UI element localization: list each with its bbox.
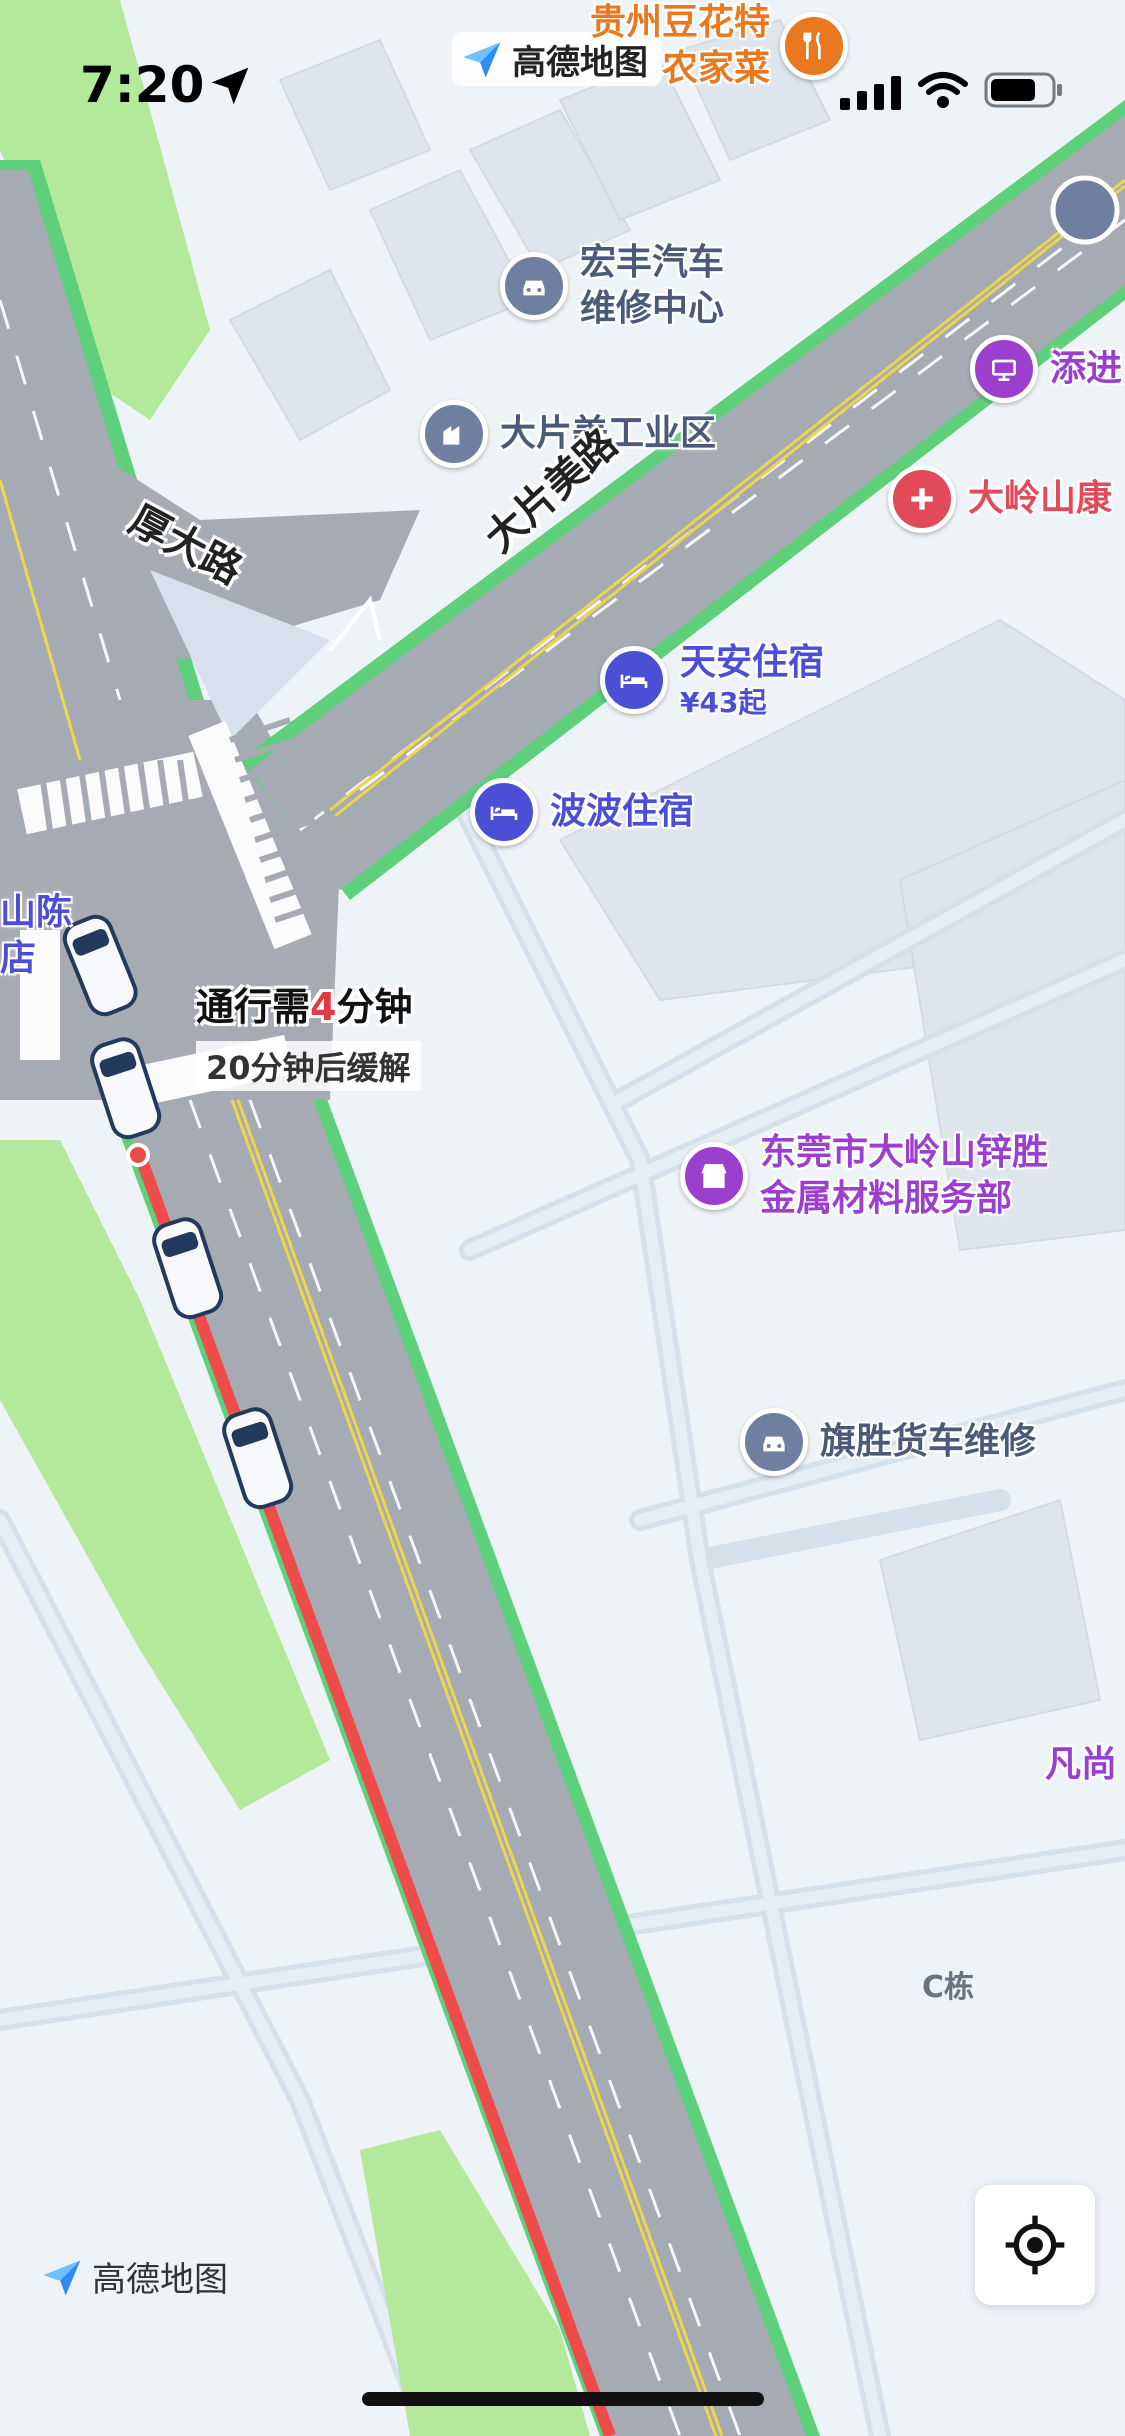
poi-fanshang[interactable]: 凡尚 bbox=[1045, 1742, 1117, 1788]
poi-daling-health[interactable]: 大岭山康 bbox=[888, 465, 1112, 533]
traffic-minutes: 4 bbox=[310, 985, 337, 1029]
locate-button[interactable] bbox=[975, 2185, 1095, 2305]
traffic-eta: 通行需4分钟 bbox=[196, 976, 421, 1031]
amap-logo-icon bbox=[463, 42, 501, 78]
map-screen[interactable]: 7:20 高德地图 贵州豆花特 农家菜 宏丰汽车 维修中心 大片美工业区 添进 … bbox=[0, 0, 1125, 2436]
traffic-relief: 20分钟后缓解 bbox=[196, 1041, 421, 1091]
poi-label: 贵州豆花特 bbox=[590, 2, 771, 43]
poi-label: 添进 bbox=[1050, 348, 1123, 389]
poi-label: 大岭山康 bbox=[968, 478, 1113, 519]
amap-logo-icon bbox=[43, 2260, 81, 2295]
medical-cross-icon bbox=[888, 465, 956, 533]
brand-name: 高德地图 bbox=[92, 2260, 228, 2300]
poi-label: 东莞市大岭山锌胜 bbox=[760, 1132, 1049, 1173]
poi-label: 维修中心 bbox=[580, 288, 725, 329]
bed-icon bbox=[600, 646, 668, 714]
poi-shan-chen[interactable]: 山陈 店 bbox=[0, 890, 72, 982]
poi-tianan-lodging[interactable]: 天安住宿 ¥43起 bbox=[600, 640, 824, 720]
relief-text: 分钟后缓解 bbox=[250, 1049, 411, 1087]
poi-label: 凡尚 bbox=[1045, 1744, 1118, 1785]
poi-price: ¥43起 bbox=[680, 686, 767, 719]
home-indicator[interactable] bbox=[362, 2392, 764, 2406]
relief-minutes: 20 bbox=[206, 1049, 251, 1087]
traffic-info: 通行需4分钟 20分钟后缓解 bbox=[196, 976, 421, 1091]
poi-label: 店 bbox=[0, 938, 37, 979]
building-label-c: C栋 bbox=[922, 1970, 975, 2005]
bed-icon bbox=[470, 778, 538, 846]
poi-qisheng-truck-repair[interactable]: 旗胜货车维修 bbox=[740, 1408, 1036, 1476]
shop-icon bbox=[970, 335, 1038, 403]
poi-guizhou-restaurant[interactable]: 贵州豆花特 农家菜 bbox=[590, 0, 849, 92]
poi-label: 金属材料服务部 bbox=[760, 1178, 1013, 1219]
poi-label: 农家菜 bbox=[662, 48, 771, 89]
location-arrow-icon bbox=[211, 67, 249, 105]
poi-label: 宏丰汽车 bbox=[580, 242, 725, 283]
car-icon bbox=[740, 1408, 808, 1476]
poi-label: 山陈 bbox=[0, 892, 73, 933]
poi-label: 天安住宿 bbox=[680, 642, 825, 683]
poi-bobo-lodging[interactable]: 波波住宿 bbox=[470, 778, 694, 846]
car-icon bbox=[500, 252, 568, 320]
battery-icon bbox=[984, 72, 1062, 108]
locate-crosshair-icon bbox=[1005, 2215, 1065, 2275]
status-time: 7:20 bbox=[80, 56, 205, 114]
shop-icon bbox=[680, 1142, 748, 1210]
fork-knife-icon bbox=[780, 12, 849, 80]
poi-label: 波波住宿 bbox=[550, 791, 695, 832]
traffic-prefix: 通行需 bbox=[196, 985, 311, 1029]
poi-hongfeng-repair[interactable]: 宏丰汽车 维修中心 bbox=[500, 240, 724, 332]
poi-zisheng-metal[interactable]: 东莞市大岭山锌胜 金属材料服务部 bbox=[680, 1130, 1048, 1222]
traffic-suffix: 分钟 bbox=[336, 985, 413, 1029]
cellular-signal-icon bbox=[840, 76, 901, 110]
poi-label: 旗胜货车维修 bbox=[820, 1421, 1037, 1462]
amap-watermark: 高德地图 bbox=[40, 2252, 228, 2301]
poi-tianjin[interactable]: 添进 bbox=[970, 335, 1122, 403]
wifi-icon bbox=[918, 72, 968, 108]
factory-icon bbox=[420, 400, 488, 468]
